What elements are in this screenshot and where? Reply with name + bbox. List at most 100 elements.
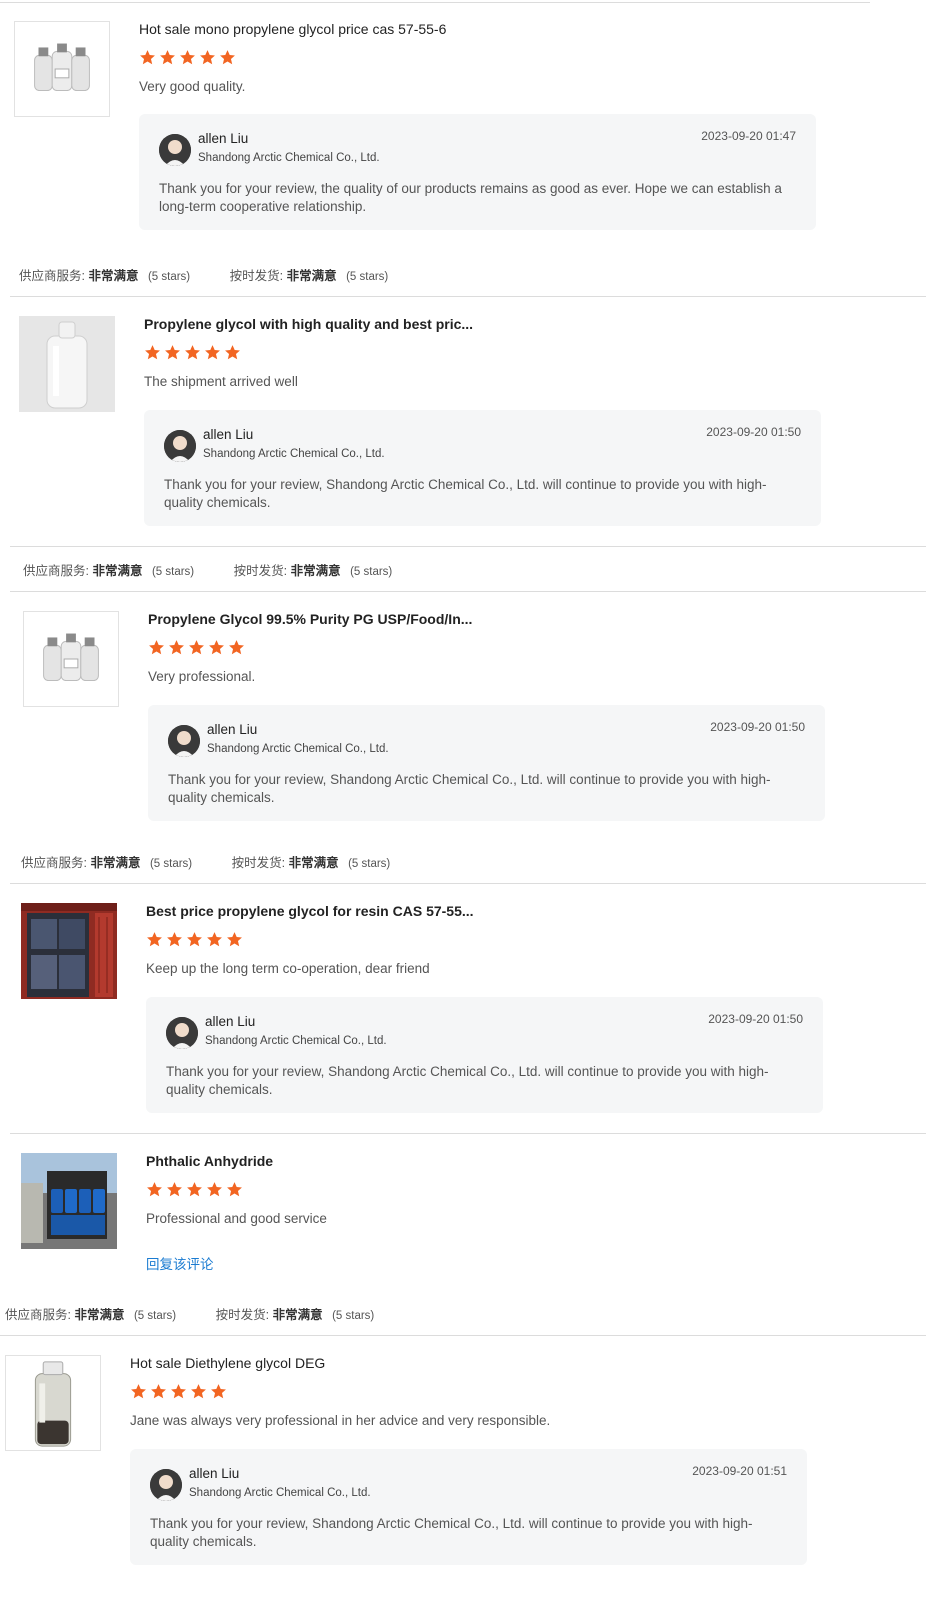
- delivery-value: 非常满意: [272, 1308, 323, 1322]
- star-icon: [227, 1182, 242, 1197]
- reply-date: 2023-09-20 01:50: [710, 720, 805, 734]
- star-icon: [131, 1384, 146, 1399]
- avatar: [164, 430, 196, 462]
- star-icon: [171, 1384, 186, 1399]
- divider: [0, 1335, 926, 1336]
- avatar: [168, 725, 200, 757]
- star-icon: [189, 640, 204, 655]
- star-icon: [187, 932, 202, 947]
- service-ratings: 供应商服务: 非常满意 (5 stars) 按时发货: 非常满意 (5 star…: [5, 1304, 374, 1323]
- supplier-service-label: 供应商服务:: [5, 1308, 71, 1322]
- supplier-service-count: (5 stars): [149, 858, 193, 870]
- reply-to-review-link[interactable]: 回复该评论: [146, 1253, 214, 1273]
- product-thumbnail[interactable]: [5, 1355, 101, 1451]
- avatar: [166, 1017, 198, 1049]
- star-icon: [209, 640, 224, 655]
- product-title[interactable]: Hot sale Diethylene glycol DEG: [130, 1355, 325, 1371]
- star-icon: [229, 640, 244, 655]
- star-rating: [148, 639, 245, 659]
- delivery-label: 按时发货:: [215, 1308, 270, 1322]
- reply-company: Shandong Arctic Chemical Co., Ltd.: [207, 743, 389, 755]
- divider: [10, 591, 926, 592]
- star-icon: [167, 932, 182, 947]
- reply-author: allen Liu: [189, 1466, 240, 1481]
- delivery-label: 按时发货:: [233, 564, 288, 578]
- star-icon: [147, 932, 162, 947]
- delivery-count: (5 stars): [348, 858, 391, 870]
- service-ratings: 供应商服务: 非常满意 (5 stars) 按时发货: 非常满意 (5 star…: [21, 852, 390, 871]
- star-rating: [139, 49, 236, 69]
- service-ratings: 供应商服务: 非常满意 (5 stars) 按时发货: 非常满意 (5 star…: [19, 265, 388, 284]
- star-icon: [140, 50, 155, 65]
- supplier-service-value: 非常满意: [90, 856, 141, 870]
- delivery-label: 按时发货:: [231, 856, 286, 870]
- reply-company: Shandong Arctic Chemical Co., Ltd.: [203, 448, 385, 460]
- supplier-reply: allen Liu Shandong Arctic Chemical Co., …: [144, 410, 821, 526]
- star-icon: [180, 50, 195, 65]
- delivery-label: 按时发货:: [229, 269, 284, 283]
- reply-company: Shandong Arctic Chemical Co., Ltd.: [189, 1487, 371, 1499]
- product-title[interactable]: Hot sale mono propylene glycol price cas…: [139, 21, 446, 37]
- supplier-service-label: 供应商服务:: [23, 564, 89, 578]
- supplier-reply: allen Liu Shandong Arctic Chemical Co., …: [139, 114, 816, 230]
- star-icon: [160, 50, 175, 65]
- star-rating: [144, 344, 241, 364]
- product-thumbnail[interactable]: [14, 21, 110, 117]
- reply-company: Shandong Arctic Chemical Co., Ltd.: [198, 152, 380, 164]
- delivery-value: 非常满意: [288, 856, 339, 870]
- container-icon: [21, 903, 117, 999]
- divider: [0, 2, 870, 3]
- product-thumbnail[interactable]: [19, 316, 115, 412]
- divider: [10, 546, 926, 547]
- supplier-service-value: 非常满意: [74, 1308, 125, 1322]
- supplier-service-label: 供应商服务:: [19, 269, 85, 283]
- avatar: [159, 134, 191, 166]
- reply-message: Thank you for your review, Shandong Arct…: [164, 477, 767, 510]
- reply-message: Thank you for your review, Shandong Arct…: [150, 1516, 753, 1549]
- reply-message: Thank you for your review, the quality o…: [159, 181, 782, 214]
- bottle-icon: [6, 1356, 100, 1450]
- product-thumbnail[interactable]: [21, 1153, 117, 1249]
- supplier-service-count: (5 stars): [151, 566, 195, 578]
- reply-message: Thank you for your review, Shandong Arct…: [168, 772, 771, 805]
- review-comment: Very good quality.: [139, 79, 246, 94]
- supplier-reply: allen Liu Shandong Arctic Chemical Co., …: [146, 997, 823, 1113]
- delivery-count: (5 stars): [350, 566, 393, 578]
- divider: [10, 296, 926, 297]
- star-icon: [147, 1182, 162, 1197]
- supplier-reply: allen Liu Shandong Arctic Chemical Co., …: [130, 1449, 807, 1565]
- divider: [10, 1133, 926, 1134]
- star-icon: [145, 345, 160, 360]
- product-title[interactable]: Best price propylene glycol for resin CA…: [146, 903, 474, 919]
- product-thumbnail[interactable]: [21, 903, 117, 999]
- reply-date: 2023-09-20 01:50: [708, 1012, 803, 1026]
- star-icon: [187, 1182, 202, 1197]
- star-rating: [146, 1181, 243, 1201]
- product-title[interactable]: Propylene Glycol 99.5% Purity PG USP/Foo…: [148, 611, 472, 627]
- delivery-count: (5 stars): [346, 271, 389, 283]
- star-icon: [151, 1384, 166, 1399]
- star-icon: [191, 1384, 206, 1399]
- product-title[interactable]: Phthalic Anhydride: [146, 1153, 273, 1169]
- review-comment: The shipment arrived well: [144, 374, 298, 389]
- clear-bottle-icon: [19, 316, 115, 412]
- delivery-value: 非常满意: [286, 269, 337, 283]
- star-icon: [169, 640, 184, 655]
- reply-date: 2023-09-20 01:50: [706, 425, 801, 439]
- review-comment: Keep up the long term co-operation, dear…: [146, 961, 430, 976]
- bottles-icon: [24, 612, 118, 706]
- reply-date: 2023-09-20 01:51: [692, 1464, 787, 1478]
- service-ratings: 供应商服务: 非常满意 (5 stars) 按时发货: 非常满意 (5 star…: [23, 560, 392, 579]
- product-title[interactable]: Propylene glycol with high quality and b…: [144, 316, 473, 332]
- star-icon: [149, 640, 164, 655]
- reply-author: allen Liu: [203, 427, 254, 442]
- star-icon: [227, 932, 242, 947]
- review-comment: Professional and good service: [146, 1211, 327, 1226]
- supplier-service-count: (5 stars): [147, 271, 191, 283]
- reply-date: 2023-09-20 01:47: [701, 129, 796, 143]
- product-thumbnail[interactable]: [23, 611, 119, 707]
- star-icon: [220, 50, 235, 65]
- supplier-service-count: (5 stars): [133, 1310, 177, 1322]
- delivery-value: 非常满意: [290, 564, 341, 578]
- star-icon: [207, 932, 222, 947]
